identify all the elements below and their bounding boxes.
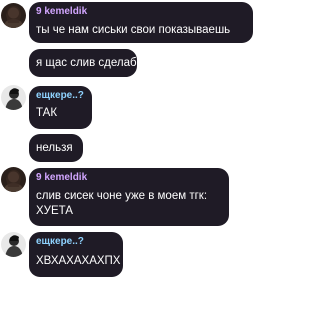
- message-bubble[interactable]: я щас слив сделаб: [29, 49, 137, 77]
- message-text: ты че нам сиськи свои показываешь: [36, 24, 231, 36]
- message-text: нельзя: [36, 142, 73, 154]
- user-avatar-icon: [1, 232, 26, 257]
- message-author[interactable]: 9 kemeldik: [36, 172, 87, 183]
- avatar-9-kemeldik[interactable]: [1, 3, 26, 28]
- message-bubble[interactable]: ещкере..? ТАК: [29, 86, 92, 129]
- message-bubble[interactable]: 9 kemeldik слив сисек чоне уже в моем тг…: [29, 168, 229, 226]
- avatar-9-kemeldik[interactable]: [1, 167, 26, 192]
- avatar-eshkere[interactable]: [1, 85, 26, 110]
- message-author[interactable]: 9 kemeldik: [36, 6, 87, 17]
- message-text: ХВХАХАХАХПХ: [36, 255, 121, 267]
- message-text: ХУЕТА: [36, 205, 73, 217]
- message-bubble[interactable]: нельзя: [29, 134, 83, 162]
- message-author[interactable]: ещкере..?: [36, 236, 84, 247]
- message-bubble[interactable]: 9 kemeldik ты че нам сиськи свои показыв…: [29, 2, 253, 43]
- user-avatar-icon: [1, 85, 26, 110]
- message-text: слив сисек чоне уже в моем тгк:: [36, 190, 208, 202]
- message-text: я щас слив сделаб: [36, 57, 137, 69]
- avatar-eshkere[interactable]: [1, 232, 26, 257]
- message-text: ТАК: [36, 107, 58, 119]
- message-bubble[interactable]: ещкере..? ХВХАХАХАХПХ: [29, 232, 123, 277]
- user-avatar-icon: [1, 3, 26, 28]
- message-author[interactable]: ещкере..?: [36, 90, 84, 101]
- user-avatar-icon: [1, 167, 26, 192]
